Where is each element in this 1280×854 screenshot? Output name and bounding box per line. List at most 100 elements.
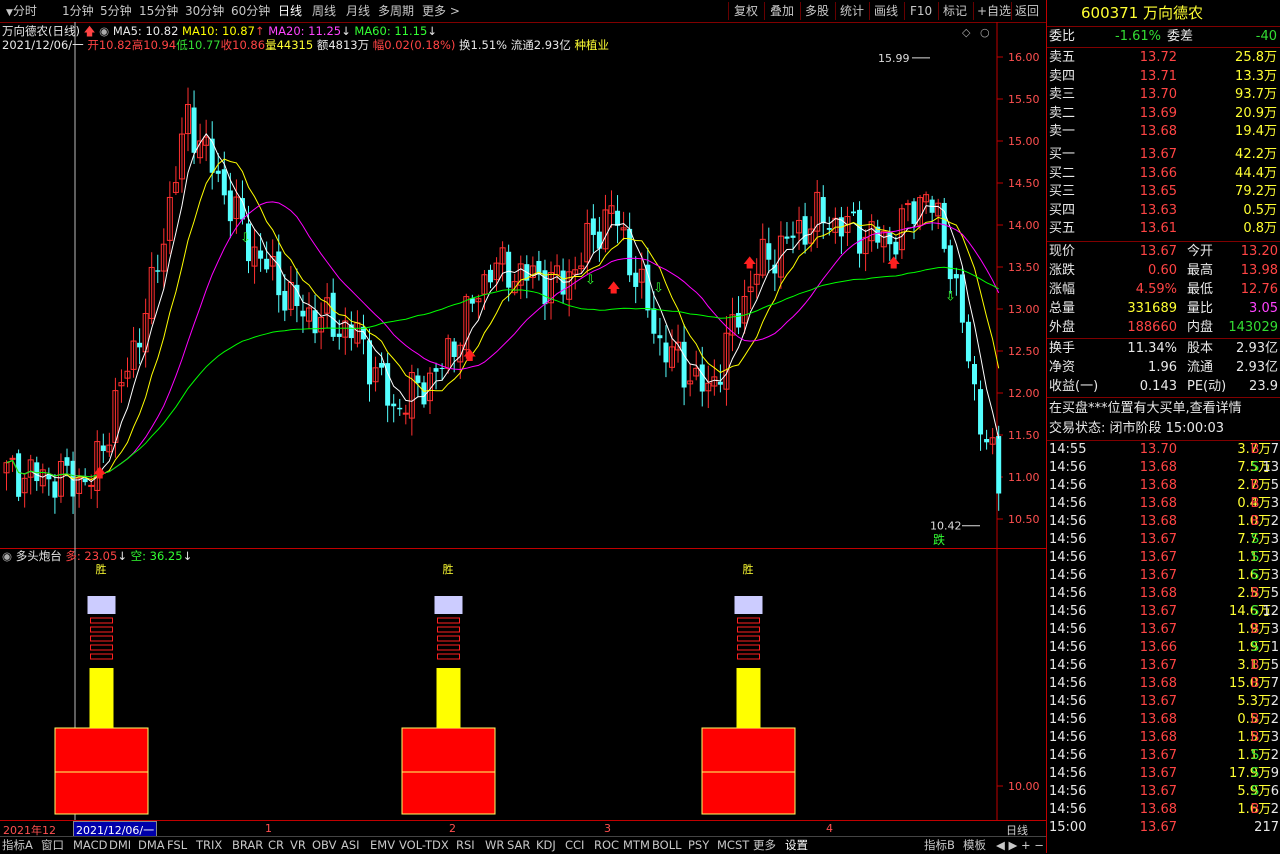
period-tab-30min[interactable]: 30分钟 [185, 3, 224, 19]
tab-trix[interactable]: TRIX [196, 838, 222, 853]
tick-time[interactable]: 14:56 [1049, 711, 1086, 729]
tick-time[interactable]: 14:56 [1049, 567, 1086, 585]
tab-dmi[interactable]: DMI [109, 838, 131, 853]
tick-count[interactable]: 5 [1247, 477, 1279, 495]
buy-level-price[interactable]: 13.66 [1107, 165, 1177, 183]
tick-count[interactable]: 3 [1247, 729, 1279, 747]
tab-mtm[interactable]: MTM [623, 838, 650, 853]
tick-price[interactable]: 13.67 [1107, 819, 1177, 837]
tick-time[interactable]: 14:56 [1049, 531, 1086, 549]
tick-time[interactable]: 14:56 [1049, 729, 1086, 747]
tick-price[interactable]: 13.68 [1107, 513, 1177, 531]
btn-stats[interactable]: 统计 [840, 3, 864, 19]
tab-macd[interactable]: MACD [73, 838, 107, 853]
period-tab-daily[interactable]: 日线 [278, 3, 302, 19]
tab-设置[interactable]: 设置 [785, 838, 808, 853]
tick-count[interactable]: 5 [1247, 585, 1279, 603]
sell-level-volume[interactable]: 13.3万 [1207, 68, 1277, 86]
tick-time[interactable]: 14:56 [1049, 675, 1086, 693]
tick-price[interactable]: 13.67 [1107, 567, 1177, 585]
buy-level-label[interactable]: 买五 [1049, 220, 1075, 238]
period-tab-60min[interactable]: 60分钟 [231, 3, 270, 19]
tick-count[interactable]: 5 [1247, 657, 1279, 675]
sell-level-price[interactable]: 13.68 [1107, 123, 1177, 141]
tab-cci[interactable]: CCI [565, 838, 584, 853]
sector-label[interactable]: 种植业 [575, 38, 610, 52]
tick-price[interactable]: 13.68 [1107, 495, 1177, 513]
buy-level-label[interactable]: 买一 [1049, 146, 1075, 164]
tab-mcst[interactable]: MCST [717, 838, 749, 853]
tick-price[interactable]: 13.67 [1107, 765, 1177, 783]
tick-time[interactable]: 14:56 [1049, 657, 1086, 675]
tick-time[interactable]: 15:00 [1049, 819, 1086, 837]
buy-level-volume[interactable]: 0.8万 [1207, 220, 1277, 238]
buy-level-volume[interactable]: 44.4万 [1207, 165, 1277, 183]
tick-count[interactable]: 6 [1247, 783, 1279, 801]
tick-time[interactable]: 14:55 [1049, 441, 1086, 459]
btn-overlay[interactable]: 叠加 [770, 3, 794, 19]
tick-time[interactable]: 14:56 [1049, 459, 1086, 477]
tick-count[interactable]: 2 [1247, 693, 1279, 711]
tick-price[interactable]: 13.68 [1107, 711, 1177, 729]
tick-time[interactable]: 14:56 [1049, 693, 1086, 711]
buy-level-volume[interactable]: 0.5万 [1207, 202, 1277, 220]
tick-time[interactable]: 14:56 [1049, 477, 1086, 495]
tick-time[interactable]: 14:56 [1049, 549, 1086, 567]
indicator-name[interactable]: 多头炮台 [16, 549, 62, 563]
tab-cr[interactable]: CR [268, 838, 284, 853]
tick-time[interactable]: 14:56 [1049, 603, 1086, 621]
tab-psy[interactable]: PSY [688, 838, 709, 853]
tick-price[interactable]: 13.67 [1107, 549, 1177, 567]
tick-price[interactable]: 13.68 [1107, 801, 1177, 819]
tab-emv[interactable]: EMV [370, 838, 395, 853]
sell-level-price[interactable]: 13.72 [1107, 49, 1177, 67]
btn-fuquan[interactable]: 复权 [734, 3, 758, 19]
sell-level-price[interactable]: 13.71 [1107, 68, 1177, 86]
tick-time[interactable]: 14:56 [1049, 585, 1086, 603]
tick-time[interactable]: 14:56 [1049, 765, 1086, 783]
tick-price[interactable]: 13.66 [1107, 639, 1177, 657]
buy-level-volume[interactable]: 79.2万 [1207, 183, 1277, 201]
btn-back[interactable]: 返回 [1015, 3, 1039, 19]
tick-price[interactable]: 13.67 [1107, 693, 1177, 711]
tick-price[interactable]: 13.67 [1107, 621, 1177, 639]
tick-time[interactable]: 14:56 [1049, 801, 1086, 819]
tick-time[interactable]: 14:56 [1049, 513, 1086, 531]
tick-count[interactable]: 12 [1247, 603, 1279, 621]
tick-count[interactable]: 9 [1247, 765, 1279, 783]
tick-count[interactable]: 7 [1247, 675, 1279, 693]
sell-level-volume[interactable]: 20.9万 [1207, 105, 1277, 123]
tick-price[interactable]: 13.68 [1107, 585, 1177, 603]
sell-level-label[interactable]: 卖四 [1049, 68, 1075, 86]
tab-asi[interactable]: ASI [341, 838, 360, 853]
tick-time[interactable]: 14:56 [1049, 639, 1086, 657]
period-tab-15min[interactable]: 15分钟 [139, 3, 178, 19]
tick-time[interactable]: 14:56 [1049, 495, 1086, 513]
buy-level-label[interactable]: 买二 [1049, 165, 1075, 183]
sell-level-volume[interactable]: 25.8万 [1207, 49, 1277, 67]
tab-wr[interactable]: WR [485, 838, 504, 853]
sell-level-volume[interactable]: 19.4万 [1207, 123, 1277, 141]
tab-right-0[interactable]: 指标B [924, 838, 955, 853]
tick-count[interactable]: 217 [1247, 819, 1279, 837]
tab-vr[interactable]: VR [290, 838, 306, 853]
tab-dma[interactable]: DMA [138, 838, 165, 853]
period-tab-more[interactable]: 更多 > [422, 3, 460, 19]
tick-count[interactable]: 2 [1247, 711, 1279, 729]
tick-price[interactable]: 13.67 [1107, 783, 1177, 801]
buy-level-volume[interactable]: 42.2万 [1207, 146, 1277, 164]
period-tab-1min[interactable]: 1分钟 [62, 3, 94, 19]
buy-level-price[interactable]: 13.65 [1107, 183, 1177, 201]
btn-f10[interactable]: F10 [910, 3, 932, 19]
tick-time[interactable]: 14:56 [1049, 783, 1086, 801]
tick-count[interactable]: 3 [1247, 567, 1279, 585]
tab-指标a[interactable]: 指标A [2, 838, 33, 853]
tick-count[interactable]: 2 [1247, 801, 1279, 819]
tick-count[interactable]: 3 [1247, 549, 1279, 567]
tick-count[interactable]: 7 [1247, 441, 1279, 459]
buy-level-price[interactable]: 13.63 [1107, 202, 1177, 220]
tick-count[interactable]: 2 [1247, 513, 1279, 531]
indicator-panel[interactable]: 80.0070.0060.0050.0040.0030.0020.0010.00… [0, 548, 1046, 820]
sell-level-label[interactable]: 卖一 [1049, 123, 1075, 141]
buy-level-price[interactable]: 13.67 [1107, 146, 1177, 164]
